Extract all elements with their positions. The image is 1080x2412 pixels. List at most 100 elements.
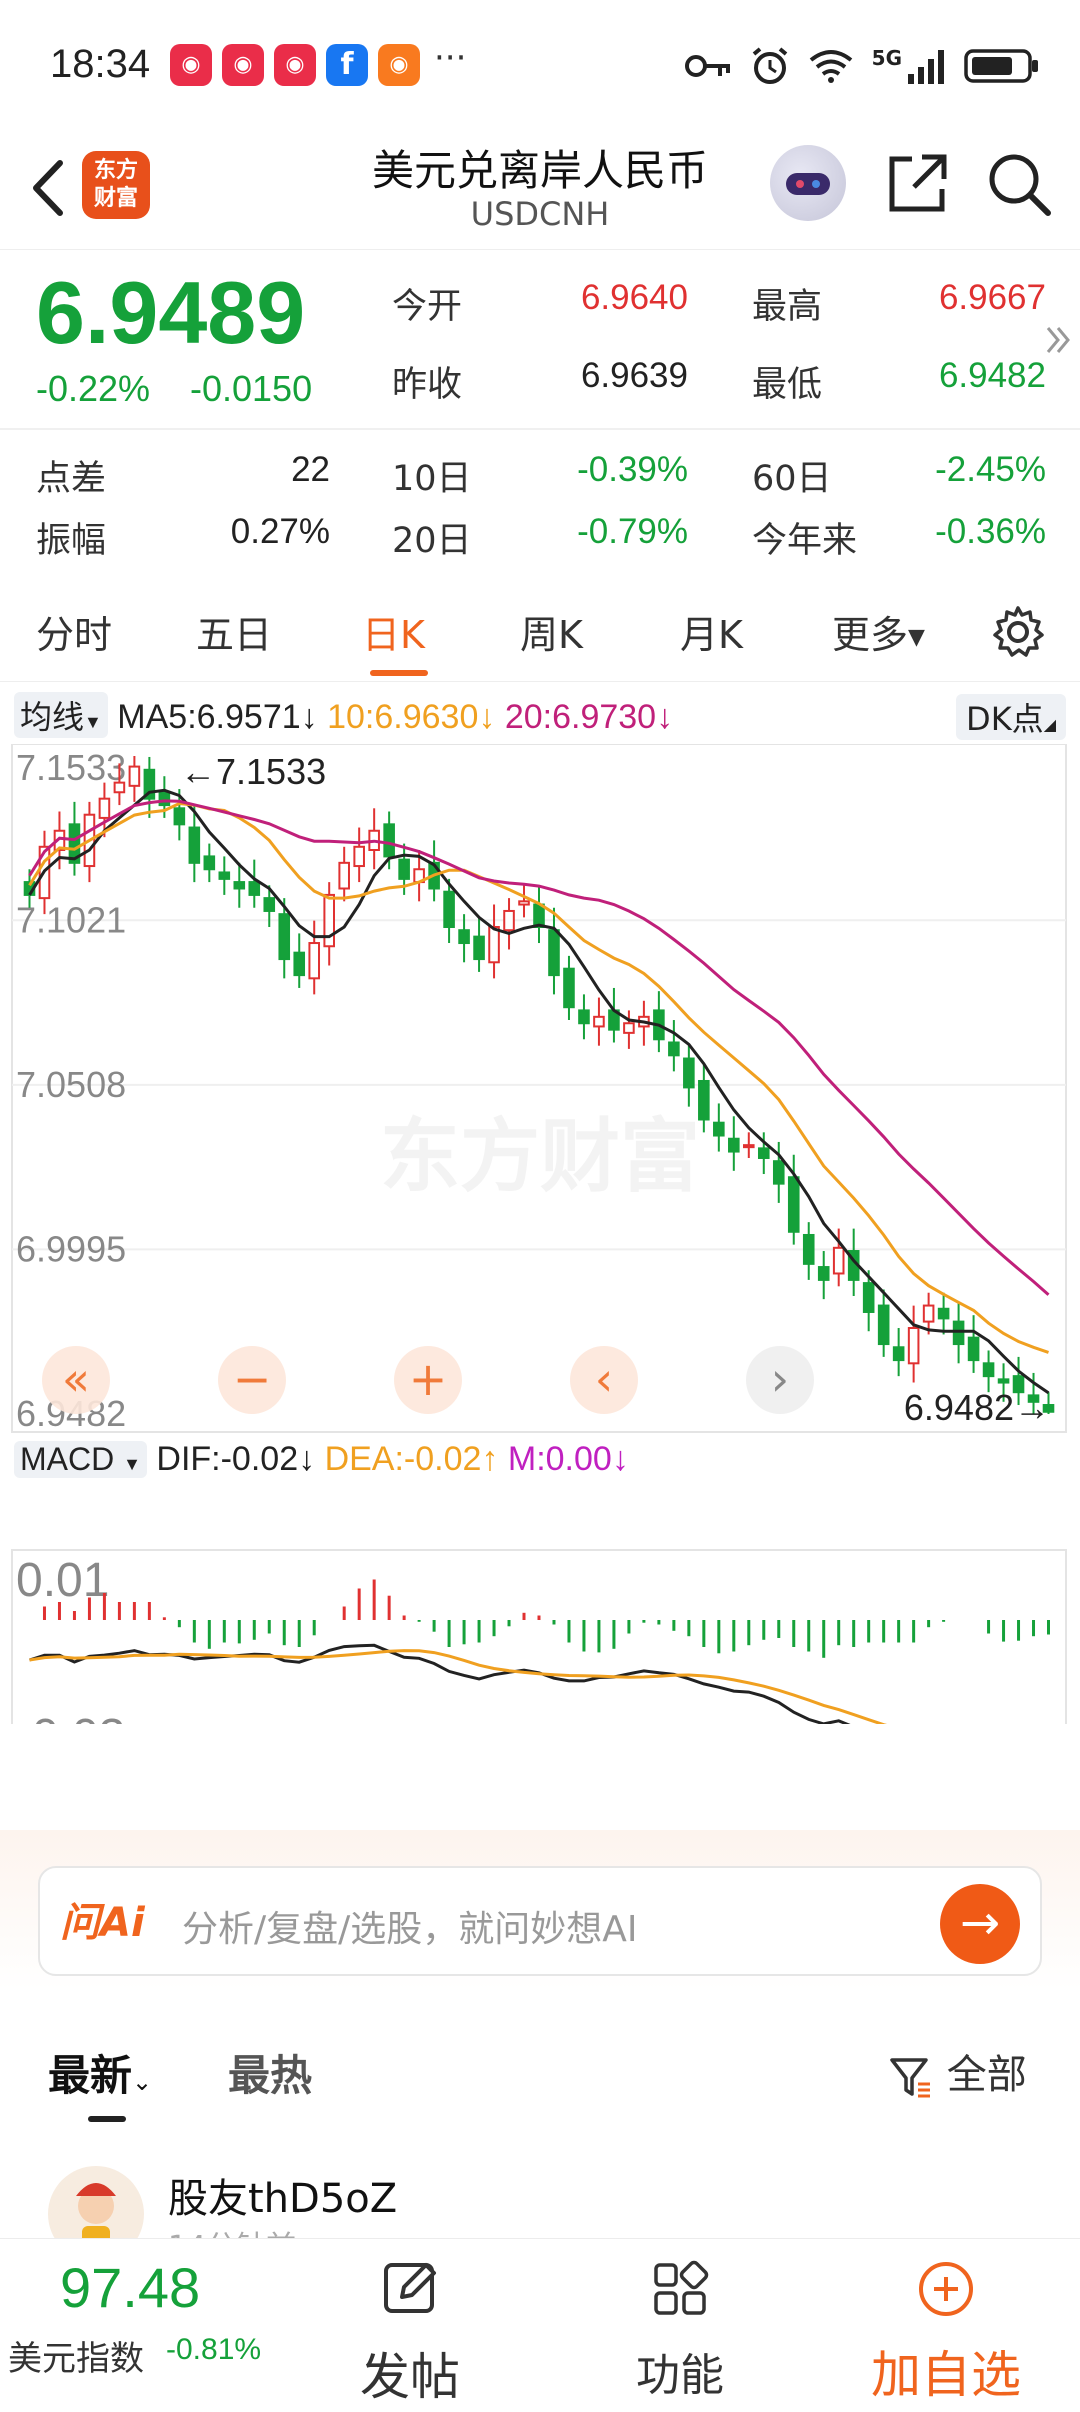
dropdown-arrow-icon: ▼ bbox=[908, 625, 925, 650]
status-time: 18:34 bbox=[50, 42, 151, 86]
candle bbox=[398, 858, 410, 880]
tab-weekly-k[interactable]: 周K bbox=[520, 604, 583, 659]
header: 东方 财富 美元兑离岸人民币 USDCNH bbox=[0, 135, 1080, 250]
share-icon[interactable] bbox=[882, 149, 952, 219]
y-tick-label: 7.1533 bbox=[16, 747, 126, 788]
candle bbox=[113, 781, 126, 794]
ai-input-bar[interactable]: 问Ai 分析/复盘/选股，就问妙想AI → bbox=[38, 1866, 1042, 1976]
search-icon[interactable] bbox=[984, 149, 1054, 219]
candle bbox=[308, 942, 321, 980]
watermark: 东方财富 bbox=[380, 1110, 700, 1203]
functions-button[interactable]: 功能 bbox=[600, 2239, 760, 2412]
candle bbox=[862, 1282, 875, 1313]
scroll-far-left-icon[interactable]: « bbox=[42, 1346, 110, 1414]
feed-tabs: 最新⌄ 最热 全部 bbox=[0, 2030, 1080, 2130]
svg-text:−: − bbox=[233, 1352, 272, 1406]
scroll-left-icon[interactable]: ‹ bbox=[570, 1346, 638, 1414]
tab-intraday[interactable]: 分时 bbox=[36, 604, 112, 659]
expand-chevron-icon[interactable] bbox=[1044, 320, 1074, 360]
divider bbox=[0, 428, 1080, 430]
high-label: 最高 bbox=[752, 287, 823, 327]
ai-robot-icon[interactable] bbox=[770, 145, 846, 221]
ai-placeholder: 分析/复盘/选股，就问妙想AI bbox=[182, 1909, 638, 1950]
zoom-in-icon[interactable]: + bbox=[394, 1346, 462, 1414]
svg-text:›: › bbox=[771, 1352, 789, 1406]
dk-point-button[interactable]: DK点◢ bbox=[956, 694, 1066, 740]
index-name: 美元指数 bbox=[8, 2339, 144, 2379]
d20-label: 20日 bbox=[392, 521, 472, 561]
kuaishou-icon: ◉ bbox=[222, 44, 264, 86]
key-icon bbox=[684, 55, 730, 77]
add-watchlist-button[interactable]: 加自选 bbox=[846, 2239, 1046, 2412]
candle bbox=[383, 823, 395, 858]
zoom-out-icon[interactable]: − bbox=[218, 1346, 286, 1414]
scroll-right-icon[interactable]: › bbox=[746, 1346, 814, 1414]
macd-tick-label: -0.03 bbox=[16, 1710, 125, 1724]
status-bar: 18:34 ◉ ◉ ◉ f ◉ ··· 5G bbox=[0, 0, 1080, 135]
d10-value: -0.39% bbox=[577, 450, 688, 489]
bottom-bar: 97.48 美元指数 -0.81% 发帖 功能 加自选 bbox=[0, 2238, 1080, 2412]
kuaishou-icon: ◉ bbox=[378, 44, 420, 86]
candle bbox=[518, 900, 530, 906]
status-icons: 5G bbox=[684, 46, 1040, 86]
settings-gear-icon[interactable] bbox=[990, 604, 1046, 660]
candle bbox=[877, 1304, 890, 1346]
ytd-label: 今年来 bbox=[752, 521, 858, 561]
more-notifications-icon: ··· bbox=[434, 38, 467, 78]
tab-monthly-k[interactable]: 月K bbox=[680, 604, 743, 659]
candle bbox=[997, 1378, 1010, 1384]
ma5-line bbox=[28, 788, 1050, 1395]
candle bbox=[728, 1137, 740, 1153]
candle bbox=[443, 890, 455, 928]
legend-ma5: MA5:6.9571↓ bbox=[117, 698, 318, 736]
kuaishou-icon: ◉ bbox=[274, 44, 316, 86]
open-label: 今开 bbox=[392, 287, 463, 327]
candle bbox=[293, 951, 306, 977]
candle bbox=[353, 845, 365, 868]
candle bbox=[158, 791, 171, 807]
tab-daily-k[interactable]: 日K bbox=[362, 604, 425, 659]
candle bbox=[802, 1233, 815, 1265]
tab-more[interactable]: 更多▼ bbox=[832, 604, 925, 659]
feed-tab-latest[interactable]: 最新⌄ bbox=[48, 2042, 152, 2103]
ma20-line bbox=[28, 799, 1050, 1296]
candle bbox=[218, 871, 231, 880]
arrow-right-icon[interactable]: → bbox=[940, 1884, 1020, 1964]
candle bbox=[817, 1266, 830, 1281]
tab-five-day[interactable]: 五日 bbox=[196, 604, 272, 659]
active-tab-indicator bbox=[370, 670, 428, 676]
change-percent: -0.22% bbox=[36, 368, 151, 409]
y-tick-label: 7.1021 bbox=[16, 899, 126, 940]
spread-value: 22 bbox=[291, 450, 330, 489]
macd-panel-frame bbox=[11, 1549, 1067, 1724]
high-marker-label: ←7.1533 bbox=[180, 751, 326, 792]
feed-tab-hot[interactable]: 最热 bbox=[228, 2042, 312, 2103]
current-price: 6.9489 bbox=[36, 263, 306, 362]
y-tick-label: 7.0508 bbox=[16, 1064, 126, 1105]
macd-select[interactable]: MACD ▼ bbox=[14, 1441, 147, 1478]
candlestick-chart[interactable]: 7.15337.10217.05086.99956.9482东方财富←7.153… bbox=[0, 744, 1080, 1724]
feed-tab-indicator bbox=[88, 2116, 126, 2122]
candle bbox=[713, 1121, 725, 1137]
amplitude-label: 振幅 bbox=[36, 521, 107, 561]
candle bbox=[922, 1304, 935, 1323]
candle bbox=[623, 1022, 635, 1034]
candle bbox=[832, 1246, 845, 1275]
candle bbox=[338, 861, 350, 890]
filter-button[interactable]: 全部 bbox=[888, 2042, 1027, 2100]
candle bbox=[907, 1327, 920, 1365]
post-button[interactable]: 发帖 bbox=[330, 2239, 490, 2412]
candle bbox=[578, 1009, 590, 1025]
candle bbox=[503, 909, 515, 932]
indicator-select[interactable]: 均线▼ bbox=[14, 692, 108, 738]
ai-logo: 问Ai bbox=[60, 1900, 145, 1946]
facebook-icon: f bbox=[326, 44, 368, 86]
candle bbox=[188, 826, 201, 864]
candle bbox=[952, 1320, 965, 1346]
candle bbox=[892, 1346, 905, 1362]
candle bbox=[128, 765, 141, 787]
post-username[interactable]: 股友thD5oZ bbox=[168, 2166, 397, 2224]
network-type: 5G bbox=[871, 46, 902, 70]
legend-dea: DEA:-0.02↑ bbox=[324, 1440, 499, 1478]
candle bbox=[698, 1079, 710, 1121]
